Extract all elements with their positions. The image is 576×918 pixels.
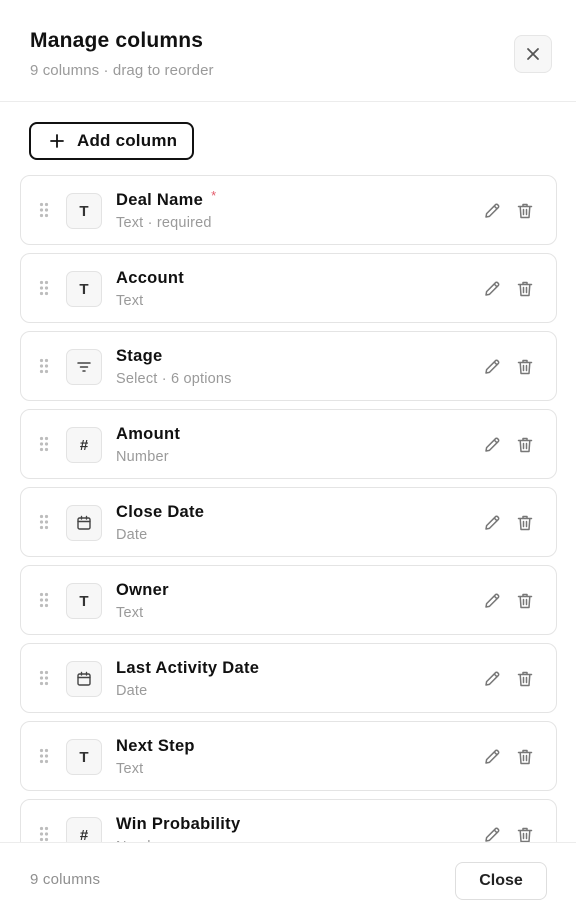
column-name: Owner xyxy=(116,581,169,600)
column-meta: Text xyxy=(116,761,144,777)
drag-handle-icon[interactable] xyxy=(39,202,49,218)
pencil-icon[interactable] xyxy=(482,357,502,377)
column-meta: Date xyxy=(116,527,148,543)
text-icon: T xyxy=(66,739,102,775)
drag-handle-icon[interactable] xyxy=(39,514,49,530)
column-name-text: Account xyxy=(116,269,185,287)
column-name: Win Probability xyxy=(116,815,240,834)
column-meta: Text xyxy=(116,605,144,621)
add-column-label: Add column xyxy=(77,131,178,150)
text-icon: T xyxy=(66,271,102,307)
trash-icon[interactable] xyxy=(515,747,535,767)
column-meta: Text · required xyxy=(116,215,212,231)
column-meta: Text xyxy=(116,293,144,309)
drag-handle-icon[interactable] xyxy=(39,670,49,686)
column-meta: Date xyxy=(116,683,148,699)
column-row[interactable]: T Next Step Text xyxy=(20,721,557,791)
pencil-icon[interactable] xyxy=(482,513,502,533)
pencil-icon[interactable] xyxy=(482,591,502,611)
pencil-icon[interactable] xyxy=(482,825,502,842)
trash-icon[interactable] xyxy=(515,669,535,689)
column-row[interactable]: Last Activity Date Date xyxy=(20,643,557,713)
required-marker: * xyxy=(211,188,217,203)
trash-icon[interactable] xyxy=(515,279,535,299)
column-name: Deal Name * xyxy=(116,188,217,210)
column-name-text: Next Step xyxy=(116,737,195,755)
drag-handle-icon[interactable] xyxy=(39,748,49,764)
column-name-text: Last Activity Date xyxy=(116,659,260,677)
filter-icon xyxy=(66,349,102,385)
trash-icon[interactable] xyxy=(515,357,535,377)
drag-handle-icon[interactable] xyxy=(39,358,49,374)
text-icon: T xyxy=(66,193,102,229)
close-dialog-button[interactable] xyxy=(514,35,552,73)
pencil-icon[interactable] xyxy=(482,435,502,455)
column-name: Close Date xyxy=(116,503,204,522)
hash-icon: # xyxy=(66,817,102,842)
column-name: Stage xyxy=(116,347,162,366)
column-name-text: Win Probability xyxy=(116,815,241,833)
column-name: Amount xyxy=(116,425,180,444)
add-column-button[interactable]: Add column xyxy=(29,122,194,160)
trash-icon[interactable] xyxy=(515,513,535,533)
close-button[interactable]: Close xyxy=(455,862,547,900)
drag-handle-icon[interactable] xyxy=(39,826,49,842)
pencil-icon[interactable] xyxy=(482,747,502,767)
drag-handle-icon[interactable] xyxy=(39,280,49,296)
column-name-text: Close Date xyxy=(116,503,205,521)
hash-icon: # xyxy=(66,427,102,463)
column-row[interactable]: Stage Select · 6 options xyxy=(20,331,557,401)
manage-columns-dialog: Manage columns 9 columns · drag to reord… xyxy=(0,0,576,918)
trash-icon[interactable] xyxy=(515,435,535,455)
dialog-subtitle: 9 columns · drag to reorder xyxy=(30,62,214,79)
column-name: Next Step xyxy=(116,737,195,756)
column-name-text: Amount xyxy=(116,425,181,443)
trash-icon[interactable] xyxy=(515,591,535,611)
calendar-icon xyxy=(66,661,102,697)
column-list[interactable]: T Deal Name * Text · required T Account Text St… xyxy=(0,172,576,842)
text-icon: T xyxy=(66,583,102,619)
dialog-header: Manage columns 9 columns · drag to reord… xyxy=(0,0,576,102)
column-name-text: Deal Name xyxy=(116,191,204,209)
column-row[interactable]: T Deal Name * Text · required xyxy=(20,175,557,245)
column-meta: Number xyxy=(116,449,169,465)
column-row[interactable]: Close Date Date xyxy=(20,487,557,557)
column-name: Last Activity Date xyxy=(116,659,259,678)
column-name-text: Stage xyxy=(116,347,163,365)
dialog-title: Manage columns xyxy=(30,29,204,52)
drag-handle-icon[interactable] xyxy=(39,436,49,452)
column-count: 9 columns xyxy=(30,871,101,888)
calendar-icon xyxy=(66,505,102,541)
column-name: Account xyxy=(116,269,184,288)
column-row[interactable]: T Owner Text xyxy=(20,565,557,635)
column-name-text: Owner xyxy=(116,581,169,599)
pencil-icon[interactable] xyxy=(482,201,502,221)
trash-icon[interactable] xyxy=(515,201,535,221)
pencil-icon[interactable] xyxy=(482,279,502,299)
column-row[interactable]: #Win ProbabilityNumber xyxy=(20,799,557,842)
trash-icon[interactable] xyxy=(515,825,535,842)
close-icon xyxy=(527,48,539,60)
drag-handle-icon[interactable] xyxy=(39,592,49,608)
dialog-footer: 9 columns Close xyxy=(0,842,576,918)
column-row[interactable]: # Amount Number xyxy=(20,409,557,479)
column-row[interactable]: T Account Text xyxy=(20,253,557,323)
pencil-icon[interactable] xyxy=(482,669,502,689)
column-meta: Select · 6 options xyxy=(116,371,232,387)
plus-icon xyxy=(49,133,65,149)
